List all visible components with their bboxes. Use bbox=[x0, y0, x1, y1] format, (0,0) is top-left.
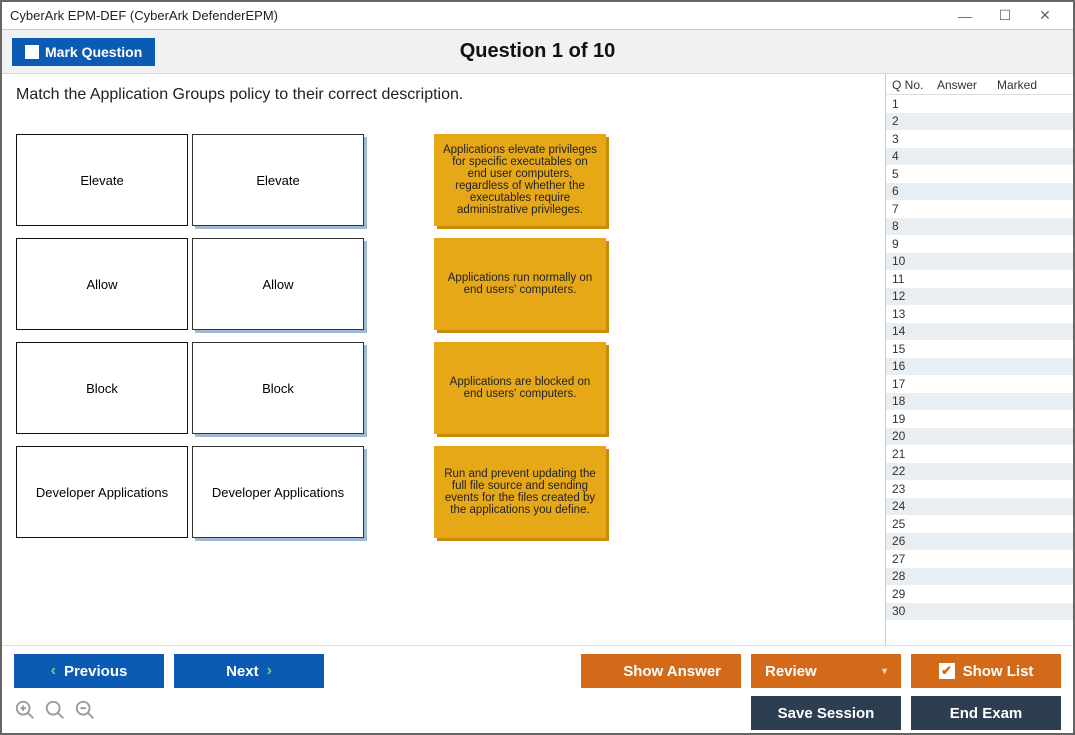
mark-label: Mark Question bbox=[45, 44, 142, 60]
nav-row[interactable]: 3 bbox=[886, 130, 1073, 148]
next-button[interactable]: Next › bbox=[174, 654, 324, 688]
question-scroll[interactable]: Match the Application Groups policy to t… bbox=[2, 74, 885, 645]
show-answer-button[interactable]: Show Answer bbox=[581, 654, 741, 688]
nav-row[interactable]: 25 bbox=[886, 515, 1073, 533]
end-exam-button[interactable]: End Exam bbox=[911, 696, 1061, 730]
nav-row[interactable]: 5 bbox=[886, 165, 1073, 183]
nav-row[interactable]: 24 bbox=[886, 498, 1073, 516]
content-row: Match the Application Groups policy to t… bbox=[2, 74, 1073, 645]
next-label: Next bbox=[226, 663, 259, 680]
window-title: CyberArk EPM-DEF (CyberArk DefenderEPM) bbox=[10, 8, 278, 23]
question-area: Match the Application Groups policy to t… bbox=[2, 74, 885, 645]
button-row-1: ‹ Previous Next › Show Answer Review ▾ ✔… bbox=[14, 654, 1061, 688]
nav-row[interactable]: 10 bbox=[886, 253, 1073, 271]
save-session-label: Save Session bbox=[778, 705, 875, 722]
nav-row[interactable]: 26 bbox=[886, 533, 1073, 551]
app-window: CyberArk EPM-DEF (CyberArk DefenderEPM) … bbox=[0, 0, 1075, 735]
show-answer-label: Show Answer bbox=[623, 663, 721, 680]
nav-header: Q No. Answer Marked bbox=[886, 74, 1073, 94]
dropped-card[interactable]: Block bbox=[192, 342, 364, 434]
checkbox-checked-icon: ✔ bbox=[939, 663, 955, 679]
nav-row[interactable]: 2 bbox=[886, 113, 1073, 131]
nav-col-qno: Q No. bbox=[892, 78, 937, 92]
nav-row[interactable]: 7 bbox=[886, 200, 1073, 218]
question-nav-panel: Q No. Answer Marked 12345678910111213141… bbox=[885, 74, 1073, 645]
question-prompt: Match the Application Groups policy to t… bbox=[16, 86, 871, 104]
nav-row[interactable]: 8 bbox=[886, 218, 1073, 236]
show-list-label: Show List bbox=[963, 663, 1034, 680]
nav-row[interactable]: 30 bbox=[886, 603, 1073, 621]
review-dropdown[interactable]: Review ▾ bbox=[751, 654, 901, 688]
bottombar: ‹ Previous Next › Show Answer Review ▾ ✔… bbox=[2, 645, 1073, 733]
nav-row[interactable]: 6 bbox=[886, 183, 1073, 201]
nav-row[interactable]: 15 bbox=[886, 340, 1073, 358]
review-label: Review bbox=[765, 663, 817, 680]
nav-row[interactable]: 29 bbox=[886, 585, 1073, 603]
save-session-button[interactable]: Save Session bbox=[751, 696, 901, 730]
nav-row[interactable]: 13 bbox=[886, 305, 1073, 323]
close-button[interactable]: ✕ bbox=[1025, 6, 1065, 26]
nav-row[interactable]: 21 bbox=[886, 445, 1073, 463]
description-card: Applications are blocked on end users' c… bbox=[434, 342, 606, 434]
nav-row[interactable]: 27 bbox=[886, 550, 1073, 568]
match-row: Elevate Elevate Applications elevate pri… bbox=[16, 134, 871, 226]
nav-row[interactable]: 4 bbox=[886, 148, 1073, 166]
dropped-card[interactable]: Allow bbox=[192, 238, 364, 330]
end-exam-label: End Exam bbox=[950, 705, 1023, 722]
previous-label: Previous bbox=[64, 663, 127, 680]
titlebar: CyberArk EPM-DEF (CyberArk DefenderEPM) … bbox=[2, 2, 1073, 30]
button-row-2: Save Session End Exam bbox=[14, 696, 1061, 730]
nav-list[interactable]: 1234567891011121314151617181920212223242… bbox=[886, 94, 1073, 645]
chevron-down-icon: ▾ bbox=[882, 666, 887, 677]
minimize-button[interactable]: — bbox=[945, 6, 985, 26]
match-row: Block Block Applications are blocked on … bbox=[16, 342, 871, 434]
description-card: Run and prevent updating the full file s… bbox=[434, 446, 606, 538]
nav-col-answer: Answer bbox=[937, 78, 997, 92]
show-list-button[interactable]: ✔ Show List bbox=[911, 654, 1061, 688]
topbar: Mark Question Question 1 of 10 bbox=[2, 30, 1073, 74]
nav-row[interactable]: 28 bbox=[886, 568, 1073, 586]
chevron-left-icon: ‹ bbox=[51, 663, 56, 679]
source-card[interactable]: Developer Applications bbox=[16, 446, 188, 538]
description-card: Applications run normally on end users' … bbox=[434, 238, 606, 330]
match-row: Developer Applications Developer Applica… bbox=[16, 446, 871, 538]
nav-row[interactable]: 20 bbox=[886, 428, 1073, 446]
nav-col-marked: Marked bbox=[997, 78, 1067, 92]
checkbox-empty-icon bbox=[601, 664, 615, 678]
nav-row[interactable]: 14 bbox=[886, 323, 1073, 341]
dropped-card[interactable]: Developer Applications bbox=[192, 446, 364, 538]
previous-button[interactable]: ‹ Previous bbox=[14, 654, 164, 688]
question-counter: Question 1 of 10 bbox=[2, 40, 1073, 63]
nav-row[interactable]: 9 bbox=[886, 235, 1073, 253]
zoom-controls bbox=[14, 699, 96, 727]
source-card[interactable]: Allow bbox=[16, 238, 188, 330]
source-card[interactable]: Block bbox=[16, 342, 188, 434]
nav-row[interactable]: 23 bbox=[886, 480, 1073, 498]
nav-row[interactable]: 17 bbox=[886, 375, 1073, 393]
match-row: Allow Allow Applications run normally on… bbox=[16, 238, 871, 330]
dropped-card[interactable]: Elevate bbox=[192, 134, 364, 226]
nav-row[interactable]: 12 bbox=[886, 288, 1073, 306]
zoom-out-icon[interactable] bbox=[74, 699, 96, 727]
checkbox-empty-icon bbox=[25, 45, 39, 59]
description-card: Applications elevate privileges for spec… bbox=[434, 134, 606, 226]
nav-row[interactable]: 22 bbox=[886, 463, 1073, 481]
zoom-in-icon[interactable] bbox=[14, 699, 36, 727]
nav-row[interactable]: 11 bbox=[886, 270, 1073, 288]
nav-row[interactable]: 1 bbox=[886, 95, 1073, 113]
maximize-button[interactable]: ☐ bbox=[985, 6, 1025, 26]
nav-row[interactable]: 16 bbox=[886, 358, 1073, 376]
chevron-right-icon: › bbox=[267, 663, 272, 679]
nav-row[interactable]: 18 bbox=[886, 393, 1073, 411]
source-card[interactable]: Elevate bbox=[16, 134, 188, 226]
zoom-reset-icon[interactable] bbox=[44, 699, 66, 727]
nav-row[interactable]: 19 bbox=[886, 410, 1073, 428]
mark-question-button[interactable]: Mark Question bbox=[12, 38, 155, 66]
